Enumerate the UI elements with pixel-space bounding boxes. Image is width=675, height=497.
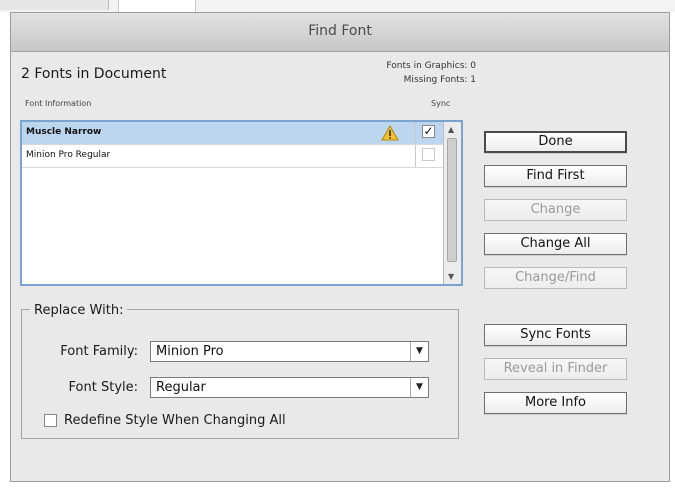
sync-column-header: Sync <box>431 99 451 108</box>
scroll-up-arrow-icon[interactable]: ▲ <box>448 125 454 134</box>
background-tab <box>0 0 109 10</box>
missing-fonts-stat: Missing Fonts: 1 <box>403 75 476 85</box>
sync-checkbox[interactable]: ✓ <box>422 125 435 138</box>
font-list[interactable]: Muscle Narrow ✓ Minion Pro Regular ▲ ▼ <box>20 120 463 286</box>
sync-cell <box>415 145 444 167</box>
dialog-titlebar[interactable]: Find Font <box>11 13 669 52</box>
font-name: Muscle Narrow <box>26 127 102 137</box>
chevron-down-icon[interactable]: ▼ <box>410 378 428 397</box>
chevron-down-icon[interactable]: ▼ <box>410 342 428 361</box>
change-button[interactable]: Change <box>484 199 627 221</box>
sync-fonts-button[interactable]: Sync Fonts <box>484 324 627 346</box>
done-button[interactable]: Done <box>484 131 627 153</box>
reveal-in-finder-button[interactable]: Reveal in Finder <box>484 358 627 380</box>
fonts-count-heading: 2 Fonts in Document <box>21 66 167 82</box>
font-style-label: Font Style: <box>68 380 138 395</box>
font-row-minion-pro-regular[interactable]: Minion Pro Regular <box>22 145 443 168</box>
font-family-value: Minion Pro <box>156 344 224 359</box>
background-tab-active <box>118 0 196 12</box>
scroll-thumb[interactable] <box>447 138 457 262</box>
font-family-select[interactable]: Minion Pro ▼ <box>150 341 429 362</box>
font-list-scrollbar[interactable]: ▲ ▼ <box>443 122 461 284</box>
find-first-button[interactable]: Find First <box>484 165 627 187</box>
more-info-button[interactable]: More Info <box>484 392 627 414</box>
scroll-down-arrow-icon[interactable]: ▼ <box>448 272 454 281</box>
font-style-value: Regular <box>156 380 206 395</box>
font-family-label: Font Family: <box>60 344 138 359</box>
sync-cell: ✓ <box>415 122 444 144</box>
change-all-button[interactable]: Change All <box>484 233 627 255</box>
fonts-in-graphics-stat: Fonts in Graphics: 0 <box>386 61 476 71</box>
font-information-column-header: Font Information <box>25 99 92 108</box>
warning-triangle-icon <box>381 125 399 141</box>
replace-with-legend: Replace With: <box>30 303 128 318</box>
font-name: Minion Pro Regular <box>26 150 111 160</box>
change-find-button[interactable]: Change/Find <box>484 267 627 289</box>
dialog-title: Find Font <box>308 23 372 39</box>
font-style-select[interactable]: Regular ▼ <box>150 377 429 398</box>
redefine-style-label[interactable]: Redefine Style When Changing All <box>64 413 286 428</box>
sync-checkbox[interactable] <box>422 148 435 161</box>
font-row-muscle-narrow[interactable]: Muscle Narrow ✓ <box>22 122 443 145</box>
background-tab-strip <box>0 0 675 12</box>
redefine-style-checkbox[interactable] <box>44 414 57 427</box>
